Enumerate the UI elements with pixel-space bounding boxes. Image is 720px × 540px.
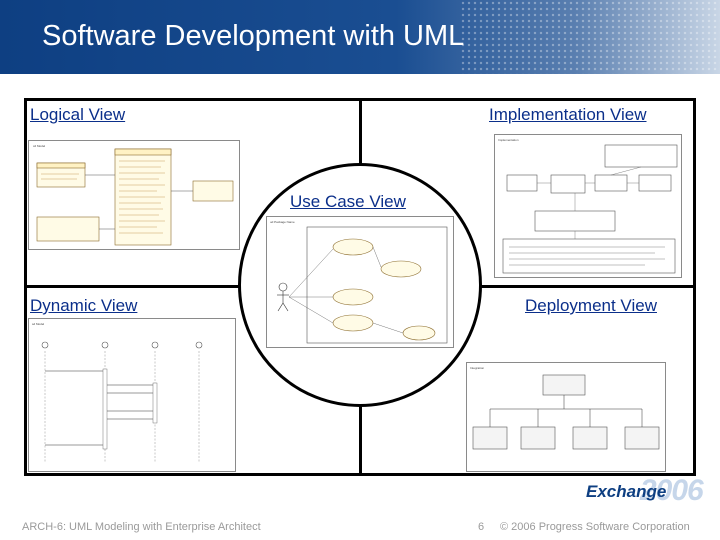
sequence-diagram-graphic: sd Model	[32, 322, 203, 463]
logo-word: Exchange	[586, 482, 667, 501]
svg-text:Implementation: Implementation	[498, 138, 519, 142]
deployment-view-thumbnail: Integration	[466, 362, 666, 472]
title-bar: Software Development with UML	[0, 0, 720, 74]
use-case-diagram-graphic: ud Package Name	[270, 220, 448, 344]
slide-title: Software Development with UML	[42, 20, 465, 52]
exchange-2006-logo: 2006 Exchange	[586, 468, 704, 516]
class-diagram-graphic: cd Model	[33, 144, 234, 246]
title-bar-pattern	[460, 0, 720, 74]
svg-text:sd Model: sd Model	[32, 322, 45, 326]
footer-copyright: © 2006 Progress Software Corporation	[500, 521, 690, 533]
footer-session-title: ARCH-6: UML Modeling with Enterprise Arc…	[22, 521, 261, 533]
footer-page-number: 6	[478, 521, 485, 533]
logical-view-thumbnail: cd Model	[28, 140, 240, 250]
deployment-view-label: Deployment View	[525, 296, 657, 315]
use-case-view-label: Use Case View	[290, 192, 406, 211]
deployment-diagram-graphic: Integration	[470, 366, 660, 450]
implementation-view-thumbnail: Implementation	[494, 134, 682, 278]
dynamic-view-label: Dynamic View	[30, 296, 138, 315]
use-case-view-thumbnail: ud Package Name	[266, 216, 454, 348]
implementation-view-label: Implementation View	[489, 105, 647, 124]
svg-text:Integration: Integration	[470, 366, 485, 370]
svg-text:ud Package Name: ud Package Name	[270, 220, 295, 224]
component-diagram-graphic: Implementation	[498, 138, 678, 274]
dynamic-view-thumbnail: sd Model	[28, 318, 236, 472]
logical-view-label: Logical View	[30, 105, 126, 124]
svg-text:cd Model: cd Model	[33, 144, 46, 148]
